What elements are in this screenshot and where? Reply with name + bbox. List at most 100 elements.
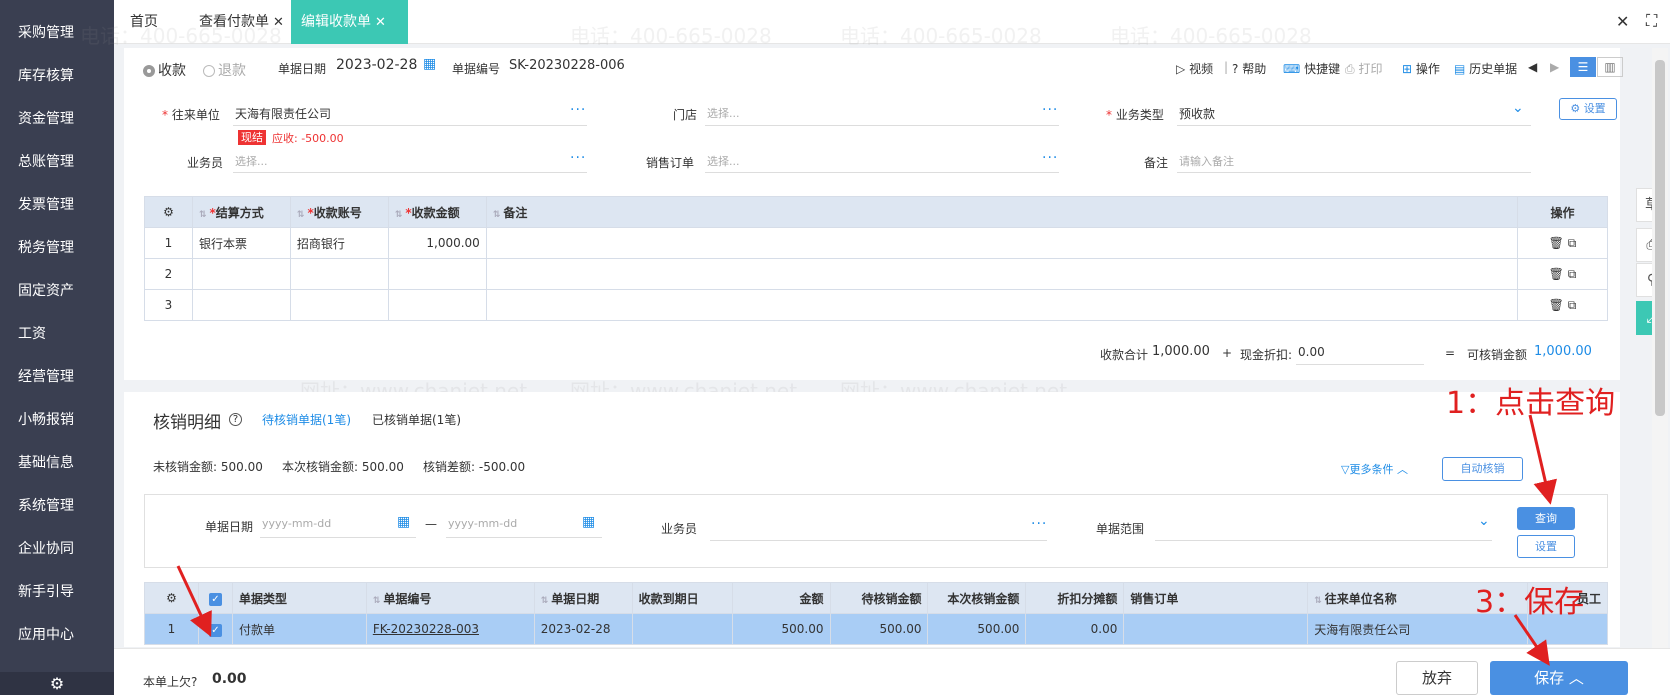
partner-more-icon[interactable]: ···	[570, 102, 586, 118]
card-view-icon[interactable]: ▥	[1597, 57, 1623, 77]
column-settings-icon[interactable]: ⚙	[144, 582, 199, 614]
copy-icon[interactable]: ⧉	[1568, 298, 1577, 312]
date-input[interactable]: 2023-02-28	[336, 57, 417, 73]
sidebar-item-expense[interactable]: 小畅报销	[0, 405, 114, 435]
cell-doc-code[interactable]: FK-20230228-003	[365, 613, 535, 645]
help-circle-icon[interactable]: ?	[191, 675, 197, 689]
chevron-down-icon[interactable]: ⌄	[1478, 513, 1490, 529]
settings-gear-icon[interactable]: ⚙	[0, 672, 114, 695]
column-settings-icon[interactable]: ⚙	[144, 196, 193, 228]
discount-input[interactable]: 0.00	[1298, 345, 1325, 359]
sidebar-item-operation[interactable]: 经营管理	[0, 362, 114, 392]
tab-done-writeoff[interactable]: 已核销单据(1笔)	[372, 411, 461, 428]
prev-record-icon[interactable]: ◀	[1528, 60, 1537, 74]
cell-account[interactable]	[289, 289, 389, 321]
fullscreen-icon[interactable]: ⛶	[1646, 11, 1657, 31]
filter-salesman-more-icon[interactable]: ···	[1031, 516, 1047, 532]
salesman-input[interactable]: 选择...	[235, 153, 268, 169]
cell-this-writeoff[interactable]: 500.00	[927, 613, 1027, 645]
biz-type-select[interactable]: 预收款	[1179, 105, 1215, 122]
cell-discount[interactable]: 0.00	[1025, 613, 1125, 645]
sidebar-item-system[interactable]: 系统管理	[0, 491, 114, 521]
sidebar-item-salary[interactable]: 工资	[0, 319, 114, 349]
scrollbar-thumb[interactable]	[1655, 60, 1665, 416]
tab-view-payment[interactable]: 查看付款单 ✕	[193, 0, 290, 44]
cell-amount[interactable]: 1,000.00	[387, 227, 487, 259]
table-row[interactable]: 1 ✓ 付款单 FK-20230228-003 2023-02-28 500.0…	[144, 613, 1609, 645]
sidebar-item-purchase[interactable]: 采购管理	[0, 18, 114, 48]
cell-amount[interactable]	[387, 258, 487, 290]
help-circle-icon[interactable]: ?	[229, 413, 242, 426]
receive-radio[interactable]: 收款	[143, 60, 186, 80]
query-button[interactable]: 查询	[1517, 507, 1575, 530]
delete-icon[interactable]: 🗑	[1549, 236, 1564, 250]
tab-edit-receipt[interactable]: 编辑收款单 ✕	[291, 0, 408, 44]
cell-amount[interactable]	[387, 289, 487, 321]
partner-input[interactable]: 天海有限责任公司	[235, 105, 331, 122]
sidebar-item-basic[interactable]: 基础信息	[0, 448, 114, 478]
sidebar-item-ledger[interactable]: 总账管理	[0, 147, 114, 177]
operate-button[interactable]: ⊞ 操作	[1402, 60, 1440, 77]
sidebar-item-assets[interactable]: 固定资产	[0, 276, 114, 306]
store-more-icon[interactable]: ···	[1042, 102, 1058, 118]
auto-writeoff-button[interactable]: 自动核销	[1442, 457, 1523, 481]
copy-icon[interactable]: ⧉	[1568, 236, 1577, 250]
close-window-icon[interactable]: ✕	[1616, 12, 1629, 31]
salesman-more-icon[interactable]: ···	[570, 150, 586, 166]
sidebar-item-tax[interactable]: 税务管理	[0, 233, 114, 263]
tab-pending-writeoff[interactable]: 待核销单据(1笔)	[262, 411, 351, 428]
cell-settle-method[interactable]	[191, 258, 291, 290]
sidebar-item-funds[interactable]: 资金管理	[0, 104, 114, 134]
remark-input[interactable]: 请输入备注	[1179, 153, 1234, 169]
sidebar-item-invoice[interactable]: 发票管理	[0, 190, 114, 220]
header-account[interactable]: ⇅ *收款账号	[289, 196, 389, 228]
row-checkbox[interactable]: ✓	[197, 613, 233, 645]
more-conditions-toggle[interactable]: ▽更多条件 ︿	[1341, 461, 1408, 477]
save-button[interactable]: 保存 ︿	[1490, 661, 1628, 695]
header-doc-date[interactable]: ⇅ 单据日期	[533, 582, 633, 614]
tab-home[interactable]: 首页	[124, 0, 164, 44]
sales-order-input[interactable]: 选择...	[707, 153, 740, 169]
refund-radio[interactable]: 退款	[203, 60, 246, 80]
calendar-icon[interactable]: ▦	[582, 514, 595, 530]
sidebar-item-collab[interactable]: 企业协同	[0, 534, 114, 564]
header-settle-method[interactable]: ⇅ *结算方式	[191, 196, 291, 228]
sales-order-more-icon[interactable]: ···	[1042, 150, 1058, 166]
table-row[interactable]: 3 🗑 ⧉	[144, 289, 1608, 321]
help-button[interactable]: ? 帮助	[1232, 60, 1266, 77]
header-doc-code[interactable]: ⇅ 单据编号	[365, 582, 535, 614]
cell-note[interactable]	[485, 289, 1519, 321]
doc-code-link[interactable]: FK-20230228-003	[373, 622, 479, 636]
cell-settle-method[interactable]: 银行本票	[191, 227, 291, 259]
sidebar-item-apps[interactable]: 应用中心	[0, 620, 114, 650]
store-input[interactable]: 选择...	[707, 105, 740, 121]
cell-note[interactable]	[485, 258, 1519, 290]
delete-icon[interactable]: 🗑	[1549, 267, 1564, 281]
shortcut-button[interactable]: ⌨ 快捷键	[1283, 60, 1340, 77]
tab-close-icon[interactable]: ✕	[375, 15, 386, 30]
print-button[interactable]: ⎙ 打印	[1345, 60, 1382, 77]
header-amount[interactable]: ⇅ *收款金额	[387, 196, 487, 228]
next-record-icon[interactable]: ▶	[1550, 60, 1559, 74]
cell-note[interactable]	[485, 227, 1519, 259]
video-button[interactable]: ▷ 视频	[1176, 60, 1213, 77]
header-note[interactable]: ⇅ 备注	[485, 196, 1519, 228]
cell-settle-method[interactable]	[191, 289, 291, 321]
form-settings-button[interactable]: ⚙ 设置	[1559, 98, 1617, 120]
table-row[interactable]: 1 银行本票 招商银行 1,000.00 🗑 ⧉	[144, 227, 1608, 259]
select-all-checkbox[interactable]: ✓	[197, 582, 233, 614]
tab-close-icon[interactable]: ✕	[273, 15, 284, 30]
list-view-icon[interactable]: ☰	[1570, 57, 1596, 77]
delete-icon[interactable]: 🗑	[1549, 298, 1564, 312]
filter-date-from[interactable]: yyyy-mm-dd	[262, 517, 331, 530]
cell-account[interactable]	[289, 258, 389, 290]
history-button[interactable]: ▤ 历史单据	[1454, 60, 1517, 77]
calendar-icon[interactable]: ▦	[397, 514, 410, 530]
calendar-icon[interactable]: ▦	[423, 56, 436, 72]
chevron-down-icon[interactable]: ⌄	[1512, 100, 1524, 116]
discard-button[interactable]: 放弃	[1396, 661, 1478, 695]
table-row[interactable]: 2 🗑 ⧉	[144, 258, 1608, 290]
sidebar-item-guide[interactable]: 新手引导	[0, 577, 114, 607]
cell-account[interactable]: 招商银行	[289, 227, 389, 259]
filter-settings-button[interactable]: 设置	[1517, 535, 1575, 558]
